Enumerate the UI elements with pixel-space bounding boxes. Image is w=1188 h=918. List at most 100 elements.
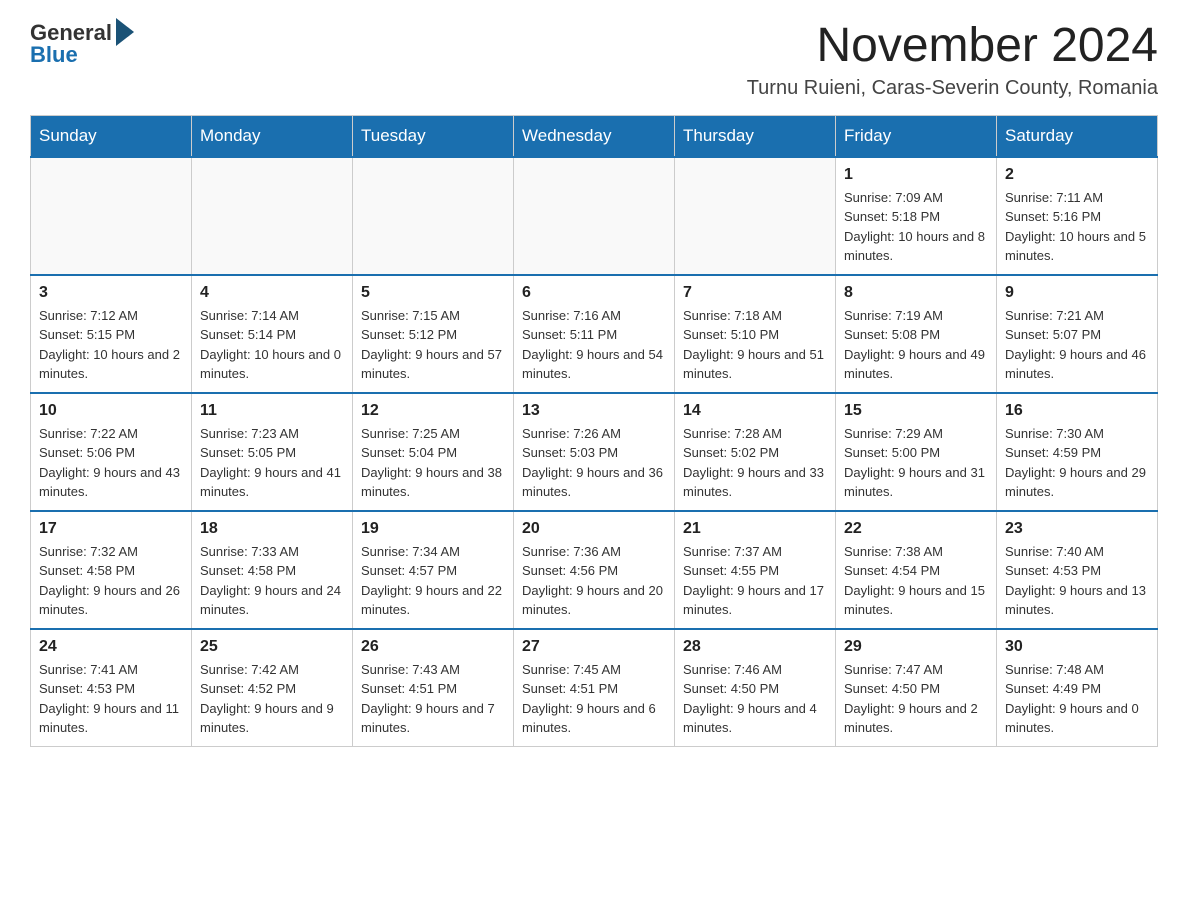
day-info: Sunrise: 7:15 AMSunset: 5:12 PMDaylight:… — [361, 306, 505, 384]
calendar-cell: 24Sunrise: 7:41 AMSunset: 4:53 PMDayligh… — [31, 629, 192, 747]
day-info: Sunrise: 7:36 AMSunset: 4:56 PMDaylight:… — [522, 542, 666, 620]
calendar-cell: 4 Sunrise: 7:14 AMSunset: 5:14 PMDaylight… — [192, 275, 353, 393]
day-info: Sunrise: 7:34 AMSunset: 4:57 PMDaylight:… — [361, 542, 505, 620]
day-number: 10 — [39, 402, 183, 420]
weekday-header-wednesday: Wednesday — [514, 115, 675, 157]
day-number: 19 — [361, 520, 505, 538]
calendar-cell: 22Sunrise: 7:38 AMSunset: 4:54 PMDayligh… — [836, 511, 997, 629]
calendar-cell: 3 Sunrise: 7:12 AMSunset: 5:15 PMDaylight… — [31, 275, 192, 393]
day-number: 3 — [39, 284, 183, 302]
calendar-cell — [675, 157, 836, 275]
calendar-cell: 12 Sunrise: 7:25 AMSunset: 5:04 PMDayligh… — [353, 393, 514, 511]
calendar-week-2: 3 Sunrise: 7:12 AMSunset: 5:15 PMDaylight… — [31, 275, 1158, 393]
day-info: Sunrise: 7:30 AMSunset: 4:59 PMDaylight:… — [1005, 424, 1149, 502]
day-info: Sunrise: 7:23 AMSunset: 5:05 PMDaylight:… — [200, 424, 344, 502]
calendar-cell: 14 Sunrise: 7:28 AMSunset: 5:02 PMDayligh… — [675, 393, 836, 511]
day-number: 26 — [361, 638, 505, 656]
weekday-header-sunday: Sunday — [31, 115, 192, 157]
weekday-header-thursday: Thursday — [675, 115, 836, 157]
calendar-cell: 6 Sunrise: 7:16 AMSunset: 5:11 PMDaylight… — [514, 275, 675, 393]
day-number: 27 — [522, 638, 666, 656]
day-number: 8 — [844, 284, 988, 302]
calendar-cell: 19 Sunrise: 7:34 AMSunset: 4:57 PMDayligh… — [353, 511, 514, 629]
calendar-cell: 23Sunrise: 7:40 AMSunset: 4:53 PMDayligh… — [997, 511, 1158, 629]
calendar-week-5: 24Sunrise: 7:41 AMSunset: 4:53 PMDayligh… — [31, 629, 1158, 747]
day-info: Sunrise: 7:19 AMSunset: 5:08 PMDaylight:… — [844, 306, 988, 384]
calendar-week-3: 10 Sunrise: 7:22 AMSunset: 5:06 PMDayligh… — [31, 393, 1158, 511]
month-year-title: November 2024 — [747, 20, 1158, 73]
day-info: Sunrise: 7:09 AMSunset: 5:18 PMDaylight:… — [844, 188, 988, 266]
day-info: Sunrise: 7:47 AMSunset: 4:50 PMDaylight:… — [844, 660, 988, 738]
day-info: Sunrise: 7:26 AMSunset: 5:03 PMDaylight:… — [522, 424, 666, 502]
calendar-cell: 27 Sunrise: 7:45 AMSunset: 4:51 PMDayligh… — [514, 629, 675, 747]
calendar-cell: 30Sunrise: 7:48 AMSunset: 4:49 PMDayligh… — [997, 629, 1158, 747]
calendar-week-1: 1 Sunrise: 7:09 AMSunset: 5:18 PMDaylight… — [31, 157, 1158, 275]
day-number: 15 — [844, 402, 988, 420]
day-number: 9 — [1005, 284, 1149, 302]
day-number: 30 — [1005, 638, 1149, 656]
day-number: 7 — [683, 284, 827, 302]
day-number: 5 — [361, 284, 505, 302]
day-info: Sunrise: 7:33 AMSunset: 4:58 PMDaylight:… — [200, 542, 344, 620]
calendar-cell: 20 Sunrise: 7:36 AMSunset: 4:56 PMDayligh… — [514, 511, 675, 629]
day-number: 1 — [844, 166, 988, 184]
day-info: Sunrise: 7:32 AMSunset: 4:58 PMDaylight:… — [39, 542, 183, 620]
day-info: Sunrise: 7:21 AMSunset: 5:07 PMDaylight:… — [1005, 306, 1149, 384]
logo-blue-text: Blue — [30, 42, 134, 68]
calendar-cell: 28 Sunrise: 7:46 AMSunset: 4:50 PMDayligh… — [675, 629, 836, 747]
day-number: 21 — [683, 520, 827, 538]
logo: General Blue — [30, 20, 134, 68]
calendar-cell: 9 Sunrise: 7:21 AMSunset: 5:07 PMDaylight… — [997, 275, 1158, 393]
day-number: 28 — [683, 638, 827, 656]
weekday-header-saturday: Saturday — [997, 115, 1158, 157]
weekday-header-tuesday: Tuesday — [353, 115, 514, 157]
location-subtitle: Turnu Ruieni, Caras-Severin County, Roma… — [747, 77, 1158, 100]
day-info: Sunrise: 7:18 AMSunset: 5:10 PMDaylight:… — [683, 306, 827, 384]
day-info: Sunrise: 7:28 AMSunset: 5:02 PMDaylight:… — [683, 424, 827, 502]
calendar-cell: 2Sunrise: 7:11 AMSunset: 5:16 PMDaylight… — [997, 157, 1158, 275]
calendar-cell: 5 Sunrise: 7:15 AMSunset: 5:12 PMDaylight… — [353, 275, 514, 393]
calendar-cell: 11 Sunrise: 7:23 AMSunset: 5:05 PMDayligh… — [192, 393, 353, 511]
calendar-cell: 16 Sunrise: 7:30 AMSunset: 4:59 PMDayligh… — [997, 393, 1158, 511]
calendar-cell: 7 Sunrise: 7:18 AMSunset: 5:10 PMDaylight… — [675, 275, 836, 393]
title-area: November 2024 Turnu Ruieni, Caras-Severi… — [747, 20, 1158, 100]
day-number: 16 — [1005, 402, 1149, 420]
day-number: 6 — [522, 284, 666, 302]
day-info: Sunrise: 7:25 AMSunset: 5:04 PMDaylight:… — [361, 424, 505, 502]
day-info: Sunrise: 7:37 AMSunset: 4:55 PMDaylight:… — [683, 542, 827, 620]
day-number: 24 — [39, 638, 183, 656]
weekday-header-monday: Monday — [192, 115, 353, 157]
day-number: 11 — [200, 402, 344, 420]
day-info: Sunrise: 7:14 AMSunset: 5:14 PMDaylight:… — [200, 306, 344, 384]
day-number: 4 — [200, 284, 344, 302]
calendar-cell: 10 Sunrise: 7:22 AMSunset: 5:06 PMDayligh… — [31, 393, 192, 511]
day-number: 12 — [361, 402, 505, 420]
day-info: Sunrise: 7:29 AMSunset: 5:00 PMDaylight:… — [844, 424, 988, 502]
calendar-cell: 25Sunrise: 7:42 AMSunset: 4:52 PMDayligh… — [192, 629, 353, 747]
day-info: Sunrise: 7:16 AMSunset: 5:11 PMDaylight:… — [522, 306, 666, 384]
weekday-header-friday: Friday — [836, 115, 997, 157]
page-header: General Blue November 2024 Turnu Ruieni,… — [30, 20, 1158, 100]
calendar-cell: 13Sunrise: 7:26 AMSunset: 5:03 PMDayligh… — [514, 393, 675, 511]
day-number: 25 — [200, 638, 344, 656]
calendar-cell — [31, 157, 192, 275]
calendar-cell: 1 Sunrise: 7:09 AMSunset: 5:18 PMDaylight… — [836, 157, 997, 275]
calendar-cell: 18 Sunrise: 7:33 AMSunset: 4:58 PMDayligh… — [192, 511, 353, 629]
calendar-cell: 29 Sunrise: 7:47 AMSunset: 4:50 PMDayligh… — [836, 629, 997, 747]
day-info: Sunrise: 7:46 AMSunset: 4:50 PMDaylight:… — [683, 660, 827, 738]
day-info: Sunrise: 7:11 AMSunset: 5:16 PMDaylight:… — [1005, 188, 1149, 266]
calendar-cell: 15 Sunrise: 7:29 AMSunset: 5:00 PMDayligh… — [836, 393, 997, 511]
calendar-cell: 21 Sunrise: 7:37 AMSunset: 4:55 PMDayligh… — [675, 511, 836, 629]
calendar-cell — [353, 157, 514, 275]
day-info: Sunrise: 7:45 AMSunset: 4:51 PMDaylight:… — [522, 660, 666, 738]
day-info: Sunrise: 7:22 AMSunset: 5:06 PMDaylight:… — [39, 424, 183, 502]
calendar-cell — [514, 157, 675, 275]
day-number: 20 — [522, 520, 666, 538]
day-number: 14 — [683, 402, 827, 420]
day-info: Sunrise: 7:12 AMSunset: 5:15 PMDaylight:… — [39, 306, 183, 384]
calendar-cell: 26 Sunrise: 7:43 AMSunset: 4:51 PMDayligh… — [353, 629, 514, 747]
day-number: 18 — [200, 520, 344, 538]
day-info: Sunrise: 7:43 AMSunset: 4:51 PMDaylight:… — [361, 660, 505, 738]
day-number: 29 — [844, 638, 988, 656]
day-number: 23 — [1005, 520, 1149, 538]
